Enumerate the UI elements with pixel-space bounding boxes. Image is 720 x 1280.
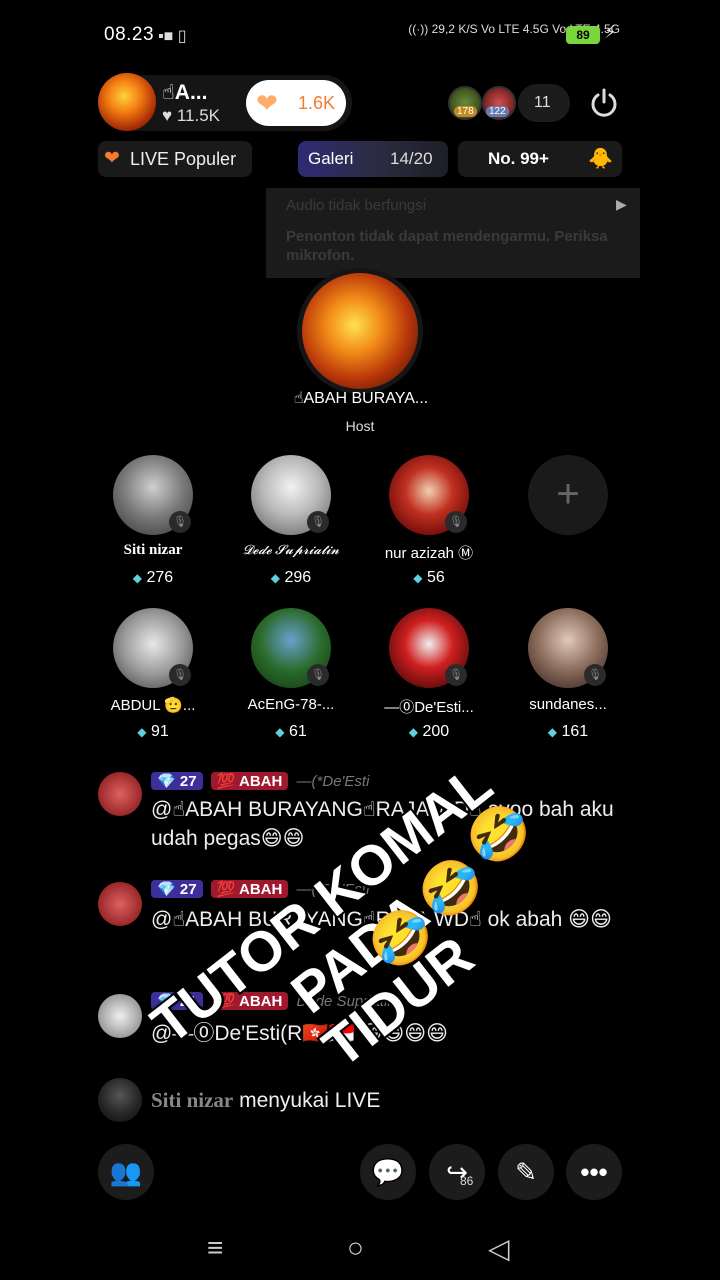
diamond-icon: ◆	[132, 571, 143, 585]
status-bar: 08.23 ▪■ ▯ ((·)) 29,2 K/S Vo LTE 4.5G Vo…	[0, 0, 720, 70]
add-seat-button[interactable]: +	[528, 455, 608, 535]
status-time: 08.23	[104, 24, 155, 45]
guest-name-5: AcEnG-78-...	[247, 696, 335, 713]
level-badge: 💎 27	[151, 772, 203, 790]
power-icon[interactable]	[588, 87, 620, 119]
host-likes: ♥ 11.5K	[162, 106, 220, 125]
guest-score-value-4: 91	[150, 723, 169, 740]
rank-label: No. 99+	[488, 149, 549, 168]
host-seat-name: ☝ABAH BURAYA...	[293, 390, 429, 407]
share-count: 86	[460, 1174, 474, 1188]
like-count: 1.6K	[298, 93, 336, 113]
share-icon: ↪	[446, 1157, 468, 1187]
family-value: ABAH	[239, 881, 283, 898]
galeri-count: 14/20	[390, 149, 433, 168]
guest-name-4: ABDUL 🫡...	[110, 697, 196, 714]
guest-name-6: —⓪De'Esti...	[384, 699, 474, 716]
level-value: 27	[179, 773, 197, 790]
charging-icon: ⚡	[604, 22, 617, 42]
viewer-badge-1: 178	[454, 106, 477, 117]
level-badge: 💎 27	[151, 880, 203, 898]
more-icon: •••	[580, 1157, 608, 1187]
mic-off-icon: 🎙	[584, 664, 606, 686]
mic-off-icon: 🎙	[169, 511, 191, 533]
guest-name-3: nur azizah Ⓜ	[384, 545, 474, 562]
host-name: ☝A...	[162, 81, 208, 104]
chat-bubble-icon: 💬	[371, 1157, 405, 1187]
chat-avatar-1[interactable]	[98, 772, 142, 816]
guest-score-2: ◆ 296	[231, 569, 351, 587]
guest-score-1: ◆ 276	[93, 569, 213, 587]
magic-wand-icon: ✎	[515, 1157, 537, 1187]
guest-score-5: ◆ 61	[231, 723, 351, 741]
level-value: 27	[179, 881, 197, 898]
mic-off-icon: 🎙	[307, 664, 329, 686]
diamond-icon: ◆	[408, 725, 419, 739]
guest-score-value-1: 276	[146, 569, 174, 586]
guest-score-6: ◆ 200	[369, 723, 489, 741]
chat-badges-1: 💎 27 💯 ABAH —(*De'Esti	[151, 772, 369, 792]
diamond-icon: ◆	[547, 725, 558, 739]
diamond-icon: ◆	[270, 571, 281, 585]
audio-warning-title: Audio tidak berfungsi	[286, 197, 427, 214]
hotspot-icon: ((·))	[408, 22, 429, 36]
guest-score-3: ◆ 56	[369, 569, 489, 587]
host-seat-avatar[interactable]	[302, 273, 418, 389]
popular-heart-icon: ❤	[104, 148, 120, 169]
guest-score-4: ◆ 91	[93, 723, 213, 741]
chat-avatar-2[interactable]	[98, 882, 142, 926]
viewer-badge-2: 122	[486, 106, 509, 117]
guest-score-value-5: 61	[288, 723, 307, 740]
battery-icon: 89	[566, 26, 600, 44]
host-avatar[interactable]	[98, 73, 156, 131]
live-populer-label: LIVE Populer	[130, 149, 237, 169]
diamond-icon: ◆	[275, 725, 285, 739]
audio-warning-body: Penonton tidak dapat mendengarmu. Periks…	[286, 228, 608, 264]
guest-name-2: 𝓓𝓮𝓭𝓮 𝓢𝓾𝓹𝓻𝓲𝓪𝓽𝓲𝓷	[242, 542, 340, 557]
rank-emoji-icon: 🐥	[588, 148, 613, 170]
chat-sender: —(*De'Esti	[296, 773, 370, 790]
users-icon: 👥	[109, 1157, 143, 1187]
heart-icon: ❤	[256, 88, 278, 118]
guest-score-value-2: 296	[284, 569, 312, 586]
family-badge: 💯 ABAH	[210, 772, 289, 790]
recents-icon[interactable]: ≡	[207, 1232, 223, 1264]
mic-off-icon: 🎙	[307, 511, 329, 533]
net-speed: 29,2 K/S	[431, 22, 478, 36]
home-icon[interactable]: ○	[347, 1232, 364, 1264]
laughing-emoji-icon: 🤣	[368, 910, 433, 968]
diamond-icon: ◆	[413, 571, 423, 585]
laughing-emoji-icon: 🤣	[466, 806, 531, 864]
signal-1: Vo LTE 4.5G	[481, 22, 549, 36]
guest-name-1: Siti nizar	[123, 542, 183, 558]
mic-off-icon: 🎙	[445, 664, 467, 686]
back-icon[interactable]: ◁	[488, 1232, 510, 1265]
family-value: ABAH	[239, 773, 283, 790]
family-badge: 💯 ABAH	[210, 880, 289, 898]
guest-score-value-3: 56	[426, 569, 445, 586]
mic-off-icon: 🎙	[169, 664, 191, 686]
mic-off-icon: 🎙	[445, 511, 467, 533]
chevron-right-icon: ▶	[616, 196, 627, 212]
viewer-count: 11	[534, 94, 551, 111]
diamond-icon: ◆	[137, 725, 147, 739]
host-label: Host	[345, 418, 375, 434]
guest-score-value-7: 161	[561, 723, 589, 740]
video-icon: ▪■ ▯	[158, 28, 187, 45]
galeri-label: Galeri	[308, 149, 354, 168]
guest-score-value-6: 200	[422, 723, 450, 740]
